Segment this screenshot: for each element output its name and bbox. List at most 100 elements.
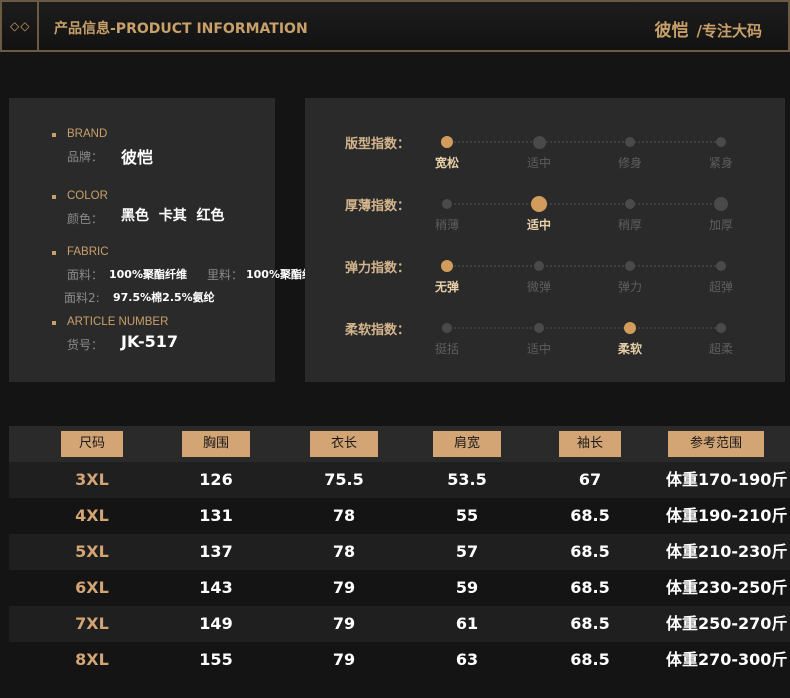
table-row: 6XL 143 79 59 68.5 体重230-250斤 [9, 570, 790, 606]
index-label: 厚薄指数： [345, 199, 411, 214]
color-label: 颜色： [67, 212, 104, 226]
reference-range-cell: 体重270-300斤 [666, 650, 788, 669]
reference-range-cell: 体重190-210斤 [666, 506, 788, 525]
index-dot [625, 199, 635, 209]
header-bar: ◇◇ 产品信息-PRODUCT INFORMATION 彼恺/专注大码 [0, 0, 790, 52]
bullet [52, 251, 56, 255]
diamond-icon: ◇◇ [10, 19, 31, 33]
brand-value: 彼恺 [121, 148, 154, 167]
size-cell: 6XL [75, 578, 109, 597]
index-option-label: 修身 [617, 156, 642, 170]
index-option-label: 适中 [526, 156, 551, 170]
index-scale-line [447, 265, 723, 267]
index-scale-line [447, 327, 723, 329]
table-header-cell: 肩宽 [433, 431, 501, 457]
article-value: JK-517 [121, 332, 178, 351]
index-dot [534, 261, 544, 271]
article-heading: ARTICLE NUMBER [67, 316, 169, 328]
measurement-cell: 61 [455, 614, 479, 633]
lining-label: 里料： [207, 268, 244, 282]
size-cell: 8XL [75, 650, 109, 669]
table-header-cell: 衣长 [310, 431, 378, 457]
index-label: 版型指数： [345, 137, 411, 152]
measurement-cell: 79 [332, 650, 356, 669]
index-option-label: 柔软 [617, 342, 642, 356]
measurement-cell: 137 [199, 542, 233, 561]
header-brand: 彼恺/专注大码 [655, 16, 762, 41]
brand-tagline: /专注大码 [696, 22, 762, 40]
index-option-label: 超弹 [708, 280, 733, 294]
measurement-cell: 126 [199, 470, 233, 489]
product-index-panel: 版型指数： 宽松 适中 修身 紧身 厚薄指数： 稍薄 适中 稍厚 加厚 弹力指数： 无弹 微弹 弹力 超弹柔… [305, 98, 785, 382]
index-scale-line [447, 141, 723, 143]
index-option-label: 宽松 [434, 156, 459, 170]
index-label: 柔软指数： [345, 323, 411, 338]
index-option-label: 稍薄 [434, 218, 459, 232]
index-dot [532, 135, 546, 149]
index-dot [716, 323, 726, 333]
index-option-label: 适中 [526, 342, 551, 356]
size-cell: 7XL [75, 614, 109, 633]
product-info-panel: BRAND 品牌： 彼恺 COLOR 颜色： 黑色 卡其 红色 FABRIC 面… [9, 98, 324, 382]
bullet [52, 321, 56, 325]
size-table-header: 尺码 胸围 衣长 肩宽 袖长 参考范围 [9, 426, 790, 462]
index-dot-selected [441, 260, 453, 272]
header-divider [37, 2, 39, 50]
table-row: 5XL 137 78 57 68.5 体重210-230斤 [9, 534, 790, 570]
size-cell: 4XL [75, 506, 109, 525]
index-option-label: 挺括 [434, 342, 459, 356]
reference-range-cell: 体重250-270斤 [666, 614, 788, 633]
index-scale-line [447, 203, 723, 205]
table-header-cell: 袖长 [559, 431, 621, 457]
table-header-cell: 尺码 [61, 431, 123, 457]
fabric2-value: 97.5%棉2.5%氨纶 [113, 291, 215, 304]
measurement-cell: 59 [455, 578, 479, 597]
brand-name: 彼恺 [654, 21, 689, 41]
index-label: 弹力指数： [345, 261, 411, 276]
measurement-cell: 79 [332, 614, 356, 633]
index-dot [714, 197, 728, 211]
measurement-cell: 143 [199, 578, 233, 597]
bullet [52, 133, 56, 137]
measurement-cell: 53.5 [447, 470, 487, 489]
measurement-cell: 131 [199, 506, 233, 525]
reference-range-cell: 体重170-190斤 [666, 470, 788, 489]
index-option-label: 稍厚 [617, 218, 642, 232]
index-option-label: 微弹 [526, 280, 551, 294]
table-header-cell: 胸围 [182, 431, 250, 457]
measurement-cell: 63 [455, 650, 479, 669]
index-option-label: 适中 [526, 218, 551, 232]
measurement-cell: 79 [332, 578, 356, 597]
index-dot-selected [531, 196, 547, 212]
size-cell: 5XL [75, 542, 109, 561]
color-heading: COLOR [67, 190, 108, 202]
bullet [52, 195, 56, 199]
index-dot-selected [624, 322, 636, 334]
fabric-label: 面料： [67, 268, 104, 282]
measurement-cell: 75.5 [324, 470, 364, 489]
table-row: 4XL 131 78 55 68.5 体重190-210斤 [9, 498, 790, 534]
fabric-value: 100%聚酯纤维 [109, 268, 187, 281]
table-row: 7XL 149 79 61 68.5 体重250-270斤 [9, 606, 790, 642]
index-dot [625, 137, 635, 147]
index-dot [534, 323, 544, 333]
measurement-cell: 67 [578, 470, 602, 489]
table-header-cell: 参考范围 [668, 431, 764, 457]
brand-heading: BRAND [67, 128, 108, 140]
measurement-cell: 68.5 [570, 614, 610, 633]
index-dot [716, 137, 726, 147]
index-option-label: 弹力 [617, 280, 642, 294]
index-dot [442, 323, 452, 333]
measurement-cell: 68.5 [570, 578, 610, 597]
measurement-cell: 55 [455, 506, 479, 525]
index-option-label: 紧身 [708, 156, 733, 170]
table-row: 8XL 155 79 63 68.5 体重270-300斤 [9, 642, 790, 678]
measurement-cell: 57 [455, 542, 479, 561]
index-option-label: 加厚 [708, 218, 733, 232]
measurement-cell: 68.5 [570, 650, 610, 669]
reference-range-cell: 体重210-230斤 [666, 542, 788, 561]
article-label: 货号： [67, 338, 104, 352]
index-dot [625, 261, 635, 271]
measurement-cell: 68.5 [570, 542, 610, 561]
header-title: 产品信息-PRODUCT INFORMATION [54, 21, 308, 37]
